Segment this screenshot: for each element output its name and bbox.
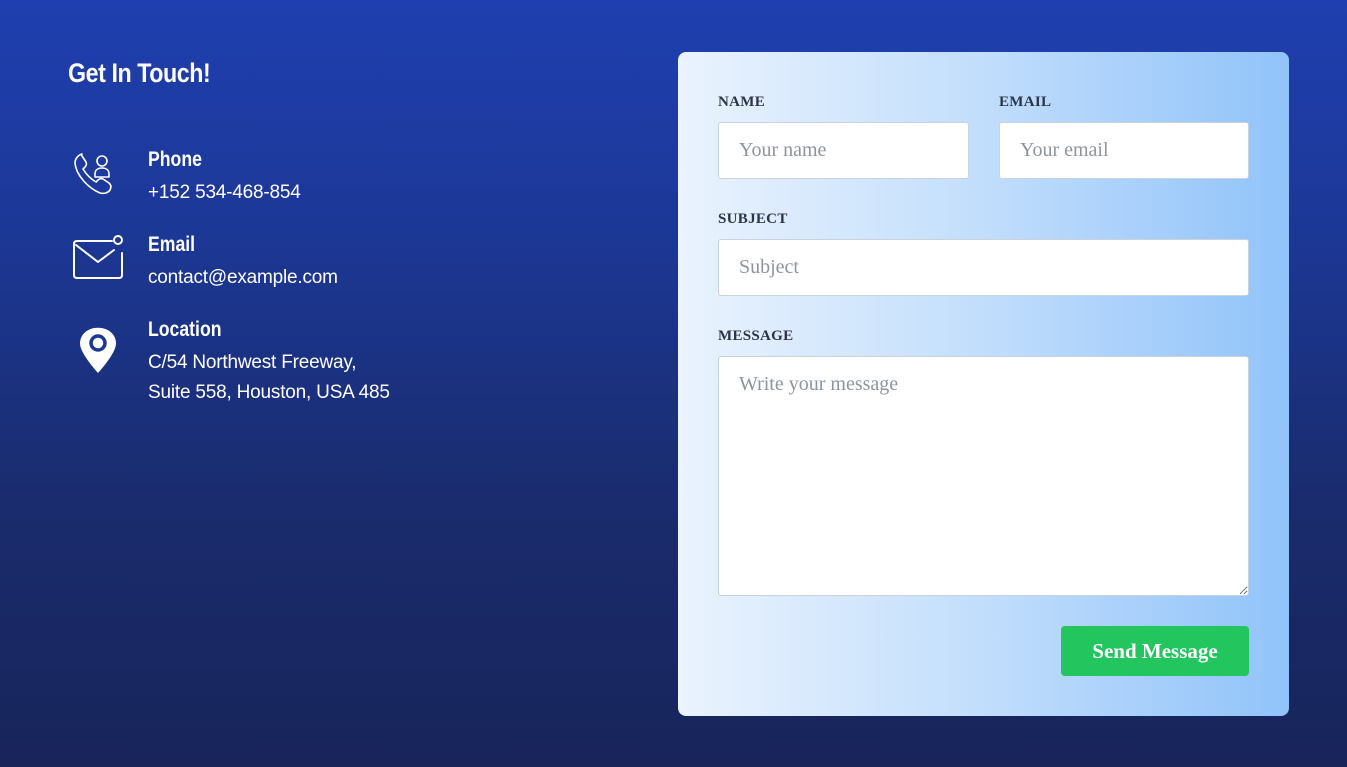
send-message-button[interactable]: Send Message: [1061, 626, 1249, 676]
contact-info-section: Get In Touch! Phone +152 534-468-854 Ema…: [68, 56, 628, 403]
address-line-1: C/54 Northwest Freeway,: [148, 352, 357, 373]
name-input[interactable]: [718, 122, 969, 179]
location-pin-icon: [68, 316, 128, 376]
contact-item-label: Phone: [148, 148, 202, 171]
subject-label: SUBJECT: [718, 211, 788, 227]
address-line-2: Suite 558, Houston, USA 485: [148, 382, 390, 403]
email-label: EMAIL: [999, 94, 1052, 110]
email-input[interactable]: [999, 122, 1249, 179]
message-textarea[interactable]: [718, 356, 1249, 596]
subject-input[interactable]: [718, 239, 1249, 296]
mail-icon: [68, 231, 128, 291]
phone-number: +152 534-468-854: [148, 182, 301, 203]
message-label: MESSAGE: [718, 328, 794, 344]
name-label: NAME: [718, 94, 766, 110]
phone-icon: [68, 146, 128, 206]
contact-item-label: Email: [148, 233, 196, 256]
section-heading: Get In Touch!: [68, 58, 211, 88]
email-address: contact@example.com: [148, 267, 338, 288]
contact-form: NAME EMAIL SUBJECT MESSAGE Send Message: [678, 52, 1289, 716]
contact-item-label: Location: [148, 318, 222, 341]
address: C/54 Northwest Freeway, Suite 558, Houst…: [148, 348, 390, 408]
